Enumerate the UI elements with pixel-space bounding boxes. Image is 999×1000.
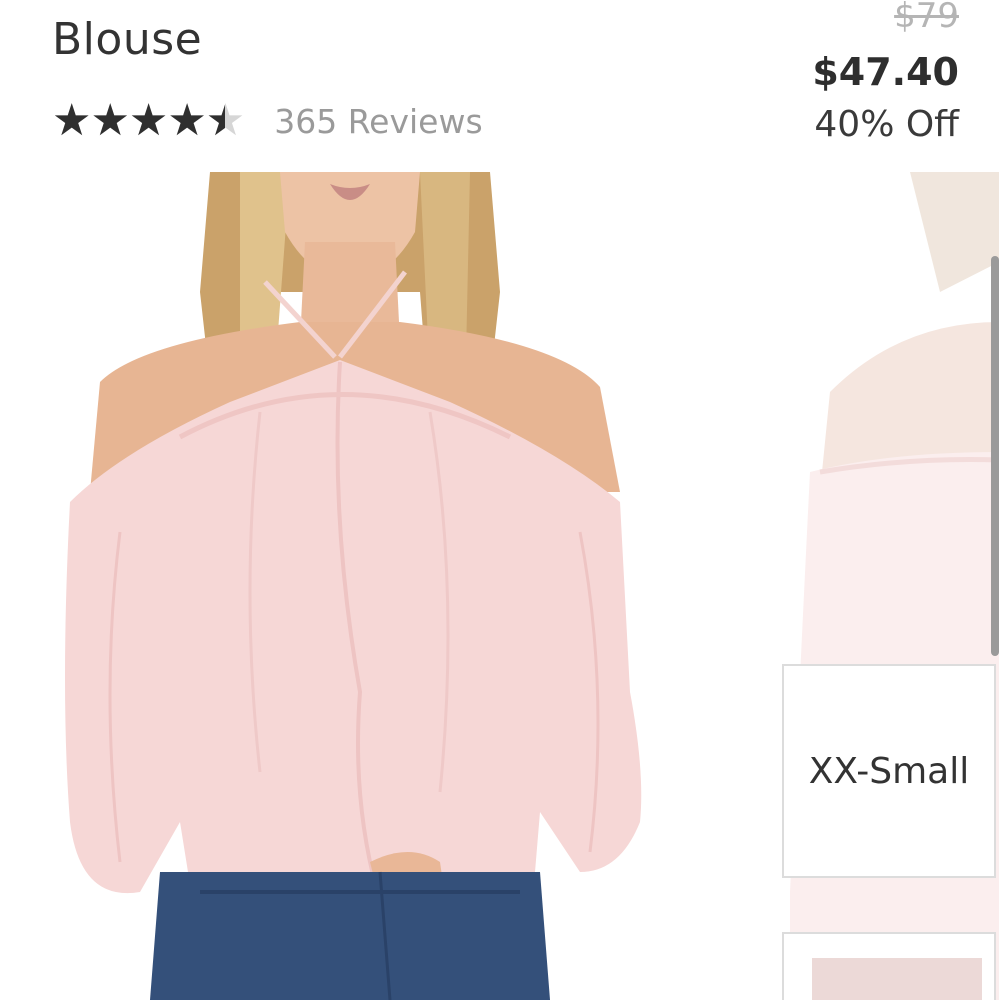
scrollbar-thumb[interactable] bbox=[991, 256, 999, 656]
size-option-next[interactable] bbox=[782, 932, 996, 1000]
star-rating-filled-icon: ★★★★★ bbox=[52, 96, 225, 146]
original-price: $79 bbox=[894, 0, 959, 36]
size-option-label: XX-Small bbox=[808, 750, 970, 792]
product-image-main[interactable] bbox=[60, 172, 650, 1000]
size-option-xx-small[interactable]: XX-Small bbox=[782, 664, 996, 878]
product-detail-page: Blouse ★★★★★ ★★★★★ 365 Reviews $79 $47.4… bbox=[0, 0, 999, 1000]
size-option-swatch bbox=[812, 958, 982, 1000]
sale-price: $47.40 bbox=[812, 50, 959, 94]
rating-row: ★★★★★ ★★★★★ 365 Reviews bbox=[52, 96, 483, 146]
reviews-link[interactable]: 365 Reviews bbox=[274, 102, 482, 141]
star-rating: ★★★★★ ★★★★★ bbox=[52, 96, 245, 146]
discount-label: 40% Off bbox=[814, 104, 959, 145]
price-block: $79 $47.40 40% Off bbox=[812, 0, 959, 150]
blouse-model-illustration bbox=[60, 172, 650, 1000]
product-title: Blouse bbox=[52, 14, 203, 65]
